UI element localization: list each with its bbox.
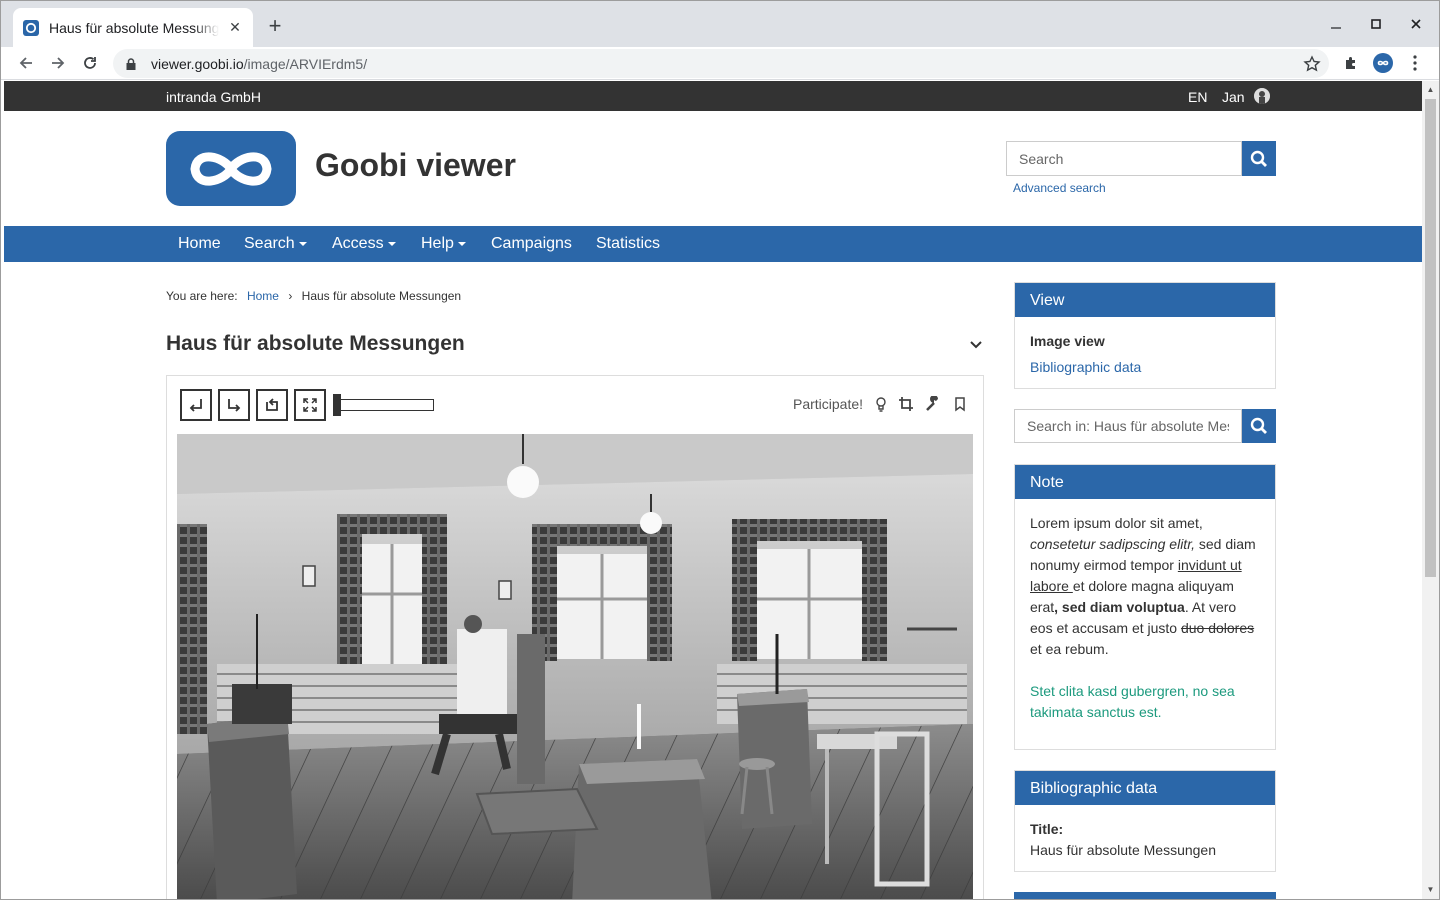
- search-in-work-input[interactable]: [1014, 409, 1242, 443]
- rotate-right-icon: [228, 399, 241, 412]
- chevron-down-icon[interactable]: [968, 336, 984, 352]
- fullscreen-button[interactable]: [294, 389, 326, 421]
- page-scrollbar[interactable]: ▲ ▼: [1422, 81, 1439, 899]
- page-viewport: intranda GmbH EN Jan Goobi viewer Advanc…: [4, 81, 1422, 899]
- bibliographic-title-value: Haus für absolute Messungen: [1030, 842, 1216, 858]
- nav-help[interactable]: Help: [421, 235, 466, 253]
- forward-icon[interactable]: [45, 50, 71, 76]
- infinity-logo-icon: [190, 152, 272, 185]
- extensions-puzzle-icon[interactable]: [1341, 53, 1361, 73]
- maximize-icon[interactable]: [1364, 12, 1388, 36]
- breadcrumb-home[interactable]: Home: [247, 289, 279, 303]
- bibliographic-widget: Bibliographic data Title: Haus für absol…: [1014, 770, 1276, 872]
- minimize-icon[interactable]: [1324, 12, 1348, 36]
- tab-strip: Haus für absolute Messungen ✕ +: [1, 1, 1439, 47]
- rotate-left-button[interactable]: [180, 389, 212, 421]
- reload-icon[interactable]: [77, 50, 103, 76]
- next-widget: [1014, 892, 1276, 899]
- view-widget: View Image view Bibliographic data: [1014, 282, 1276, 389]
- nav-statistics[interactable]: Statistics: [596, 235, 660, 253]
- tab-title: Haus für absolute Messungen: [49, 19, 219, 36]
- crop-icon[interactable]: [898, 396, 914, 412]
- rotate-left-icon: [189, 399, 202, 412]
- view-image-active: Image view: [1030, 333, 1105, 349]
- rotate-right-button[interactable]: [218, 389, 250, 421]
- view-bibliographic-link[interactable]: Bibliographic data: [1030, 357, 1260, 378]
- tab-close-icon[interactable]: ✕: [227, 19, 243, 35]
- company-name: intranda GmbH: [166, 89, 261, 105]
- breadcrumb-current: Haus für absolute Messungen: [301, 289, 462, 303]
- nav-home[interactable]: Home: [178, 235, 221, 253]
- avatar[interactable]: [1254, 88, 1270, 104]
- breadcrumb-prefix: You are here:: [166, 289, 238, 303]
- goobi-logo[interactable]: [166, 131, 296, 206]
- participate-label[interactable]: Participate!: [793, 396, 863, 412]
- search-icon: [1250, 417, 1267, 434]
- zoom-slider-handle[interactable]: [333, 394, 341, 416]
- search-icon: [1250, 150, 1267, 167]
- goobi-extension-icon[interactable]: [1373, 53, 1393, 73]
- nav-access[interactable]: Access: [332, 235, 396, 253]
- scroll-up-icon[interactable]: ▲: [1426, 85, 1435, 94]
- user-menu[interactable]: Jan: [1222, 89, 1245, 105]
- breadcrumb: You are here: Home › Haus für absolute M…: [166, 289, 461, 303]
- nav-search[interactable]: Search: [244, 235, 307, 253]
- close-window-icon[interactable]: [1404, 12, 1428, 36]
- browser-window: Haus für absolute Messungen ✕ + viewer.g…: [0, 0, 1440, 900]
- browser-toolbar: viewer.goobi.io/image/ARVIErdm5/: [1, 47, 1439, 80]
- browser-tab[interactable]: Haus für absolute Messungen ✕: [13, 8, 253, 47]
- fullscreen-icon: [303, 398, 317, 412]
- goobi-favicon-icon: [23, 19, 39, 36]
- scroll-down-icon[interactable]: ▼: [1426, 885, 1435, 894]
- lock-icon[interactable]: [125, 57, 137, 71]
- address-bar[interactable]: viewer.goobi.io/image/ARVIErdm5/: [113, 49, 1329, 78]
- advanced-search-link[interactable]: Advanced search: [1013, 181, 1106, 195]
- note-widget: Note Lorem ipsum dolor sit amet, consete…: [1014, 464, 1276, 750]
- page-title: Haus für absolute Messungen: [166, 332, 465, 355]
- site-title[interactable]: Goobi viewer: [315, 147, 516, 184]
- nav-campaigns[interactable]: Campaigns: [491, 235, 572, 253]
- note-green-text: Stet clita kasd gubergren, no sea takima…: [1030, 683, 1235, 720]
- url-text: viewer.goobi.io/image/ARVIErdm5/: [151, 55, 368, 72]
- measurement-room-photo: [177, 434, 973, 899]
- top-bar: intranda GmbH EN Jan: [4, 81, 1422, 111]
- scrollbar-thumb[interactable]: [1425, 99, 1436, 577]
- new-tab-icon[interactable]: +: [263, 13, 287, 38]
- language-switch[interactable]: EN: [1188, 89, 1207, 105]
- bibliographic-widget-heading: Bibliographic data: [1015, 771, 1275, 805]
- bibliographic-title-label: Title:: [1030, 821, 1064, 837]
- note-widget-heading: Note: [1015, 465, 1275, 499]
- breadcrumb-separator: ›: [288, 289, 293, 303]
- back-icon[interactable]: [13, 50, 39, 76]
- main-navigation: Home Search Access Help Campaigns Statis…: [4, 226, 1422, 262]
- chevron-down-icon: [457, 241, 466, 246]
- view-widget-heading: View: [1015, 283, 1275, 317]
- site-header: Goobi viewer Advanced search: [4, 111, 1422, 226]
- document-image[interactable]: [177, 434, 973, 899]
- reset-rotation-button[interactable]: [256, 389, 288, 421]
- search-button[interactable]: [1242, 141, 1276, 176]
- chevron-down-icon: [298, 241, 307, 246]
- lightbulb-icon[interactable]: [873, 396, 889, 412]
- browser-menu-icon[interactable]: [1405, 53, 1425, 73]
- note-text: Lorem ipsum dolor sit amet, consetetur s…: [1015, 499, 1275, 737]
- reset-icon: [266, 398, 278, 411]
- bookmark-icon[interactable]: [952, 396, 968, 412]
- search-in-work-button[interactable]: [1242, 409, 1276, 443]
- zoom-slider[interactable]: [333, 394, 434, 416]
- search-input[interactable]: [1006, 141, 1242, 176]
- chevron-down-icon: [387, 241, 396, 246]
- image-viewer: Participate!: [166, 375, 984, 899]
- bookmark-star-icon[interactable]: [1303, 55, 1321, 73]
- wrench-icon[interactable]: [925, 396, 941, 412]
